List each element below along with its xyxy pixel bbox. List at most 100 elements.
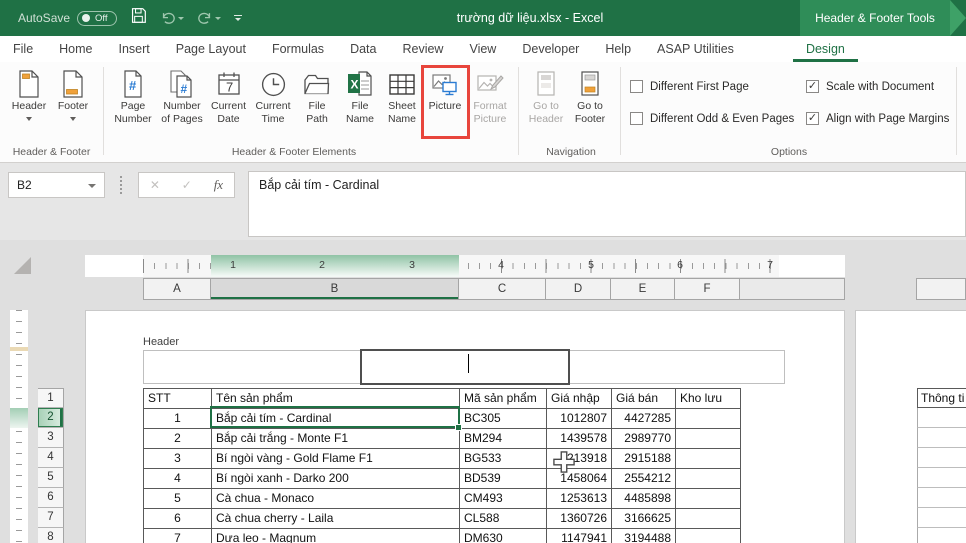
tab-insert[interactable]: Insert [106,36,163,62]
autosave-toggle[interactable]: Off [77,10,118,26]
checkbox-icon[interactable] [630,80,643,93]
page2-table-header-cell[interactable]: Thông ti [917,388,966,408]
tab-home[interactable]: Home [46,36,105,62]
table-header-cell[interactable]: Kho lưu [676,389,741,409]
cell[interactable]: 3 [144,449,212,469]
cell[interactable]: Dưa leo - Magnum [212,529,460,543]
cell[interactable] [676,469,741,489]
tab-design[interactable]: Design [793,36,858,62]
picture-button[interactable]: Picture [423,66,467,142]
row-header-5[interactable]: 5 [38,468,64,488]
table-header-cell[interactable]: Giá nhập [547,389,612,409]
tab-file[interactable]: File [0,36,46,62]
cell[interactable]: 1 [144,409,212,429]
cell[interactable]: CM493 [460,489,547,509]
cell[interactable]: 1253613 [547,489,612,509]
header-button[interactable]: Header [8,66,50,142]
cell[interactable]: 1360726 [547,509,612,529]
page2-row[interactable] [917,508,966,528]
insert-function-icon[interactable]: fx [214,177,223,193]
column-header-b[interactable]: B [211,278,459,300]
row-header-2[interactable]: 2 [38,408,64,428]
table-header-cell[interactable]: STT [144,389,212,409]
name-box-caret-icon[interactable] [88,184,96,188]
format-picture-button[interactable]: Format Picture [467,66,513,142]
checkbox-different-first-page[interactable]: Different First Page [630,80,749,93]
cell[interactable]: 1439578 [547,429,612,449]
checkbox-align-with-margins[interactable]: ✓ Align with Page Margins [806,112,949,125]
current-date-button[interactable]: 7 Current Date [206,66,251,142]
tab-page-layout[interactable]: Page Layout [163,36,259,62]
cell[interactable]: Cà chua cherry - Laila [212,509,460,529]
cell[interactable]: Bắp cải trắng - Monte F1 [212,429,460,449]
cancel-icon[interactable]: ✕ [150,178,160,192]
name-box[interactable]: B2 [8,172,105,198]
file-name-button[interactable]: X File Name [339,66,381,142]
tab-developer[interactable]: Developer [509,36,592,62]
checkbox-icon[interactable]: ✓ [806,112,819,125]
cell[interactable] [676,449,741,469]
tab-help[interactable]: Help [592,36,644,62]
cell[interactable]: Bí ngòi xanh - Darko 200 [212,469,460,489]
cell[interactable]: 2554212 [612,469,676,489]
page-number-button[interactable]: # Page Number [108,66,158,142]
customize-qat-button[interactable] [234,15,243,21]
cell[interactable] [676,409,741,429]
page2-row[interactable] [917,448,966,468]
checkbox-icon[interactable]: ✓ [806,80,819,93]
cell[interactable]: BM294 [460,429,547,449]
checkbox-scale-with-document[interactable]: ✓ Scale with Document [806,80,934,93]
tab-data[interactable]: Data [337,36,389,62]
cell[interactable] [676,529,741,543]
row-header-4[interactable]: 4 [38,448,64,468]
column-header-c[interactable]: C [459,278,546,300]
cell[interactable]: 7 [144,529,212,543]
cell[interactable]: DM630 [460,529,547,543]
tab-view[interactable]: View [456,36,509,62]
header-center-section[interactable] [360,349,570,385]
cell[interactable]: CL588 [460,509,547,529]
formula-bar-input[interactable]: Bắp cải tím - Cardinal [248,171,966,237]
cell[interactable]: 5 [144,489,212,509]
redo-button[interactable] [197,11,222,26]
go-to-footer-button[interactable]: Go to Footer [568,66,612,142]
table-header-cell[interactable]: Giá bán [612,389,676,409]
cell[interactable]: BG533 [460,449,547,469]
cell[interactable]: 2915188 [612,449,676,469]
cell-selected[interactable]: Bắp cải tím - Cardinal [212,409,460,429]
go-to-header-button[interactable]: Go to Header [524,66,568,142]
page2-row[interactable] [917,428,966,448]
cell[interactable]: 2 [144,429,212,449]
cell[interactable]: 4485898 [612,489,676,509]
column-header-d[interactable]: D [546,278,611,300]
checkbox-icon[interactable] [630,112,643,125]
number-of-pages-button[interactable]: # Number of Pages [158,66,206,142]
fill-handle[interactable] [455,424,462,431]
select-all-button[interactable] [14,257,31,274]
undo-button[interactable] [160,11,185,26]
cell[interactable] [676,509,741,529]
page2-row[interactable] [917,528,966,543]
footer-button[interactable]: Footer [52,66,94,142]
column-header-a[interactable]: A [143,278,211,300]
row-header-1[interactable]: 1 [38,388,64,408]
cell[interactable]: 4 [144,469,212,489]
cell[interactable]: 6 [144,509,212,529]
row-header-3[interactable]: 3 [38,428,64,448]
page2-row[interactable] [917,488,966,508]
tab-formulas[interactable]: Formulas [259,36,337,62]
cell[interactable]: BD539 [460,469,547,489]
column-header-e[interactable]: E [611,278,675,300]
cell[interactable]: Cà chua - Monaco [212,489,460,509]
tab-review[interactable]: Review [389,36,456,62]
cell[interactable]: Bí ngòi vàng - Gold Flame F1 [212,449,460,469]
cell[interactable]: 3194488 [612,529,676,543]
checkbox-different-odd-even[interactable]: Different Odd & Even Pages [630,112,794,125]
file-path-button[interactable]: File Path [295,66,339,142]
cell[interactable]: 1012807 [547,409,612,429]
cell[interactable]: 3166625 [612,509,676,529]
tab-asap-utilities[interactable]: ASAP Utilities [644,36,747,62]
row-header-7[interactable]: 7 [38,508,64,528]
cell[interactable]: 1147941 [547,529,612,543]
cell[interactable]: 2989770 [612,429,676,449]
